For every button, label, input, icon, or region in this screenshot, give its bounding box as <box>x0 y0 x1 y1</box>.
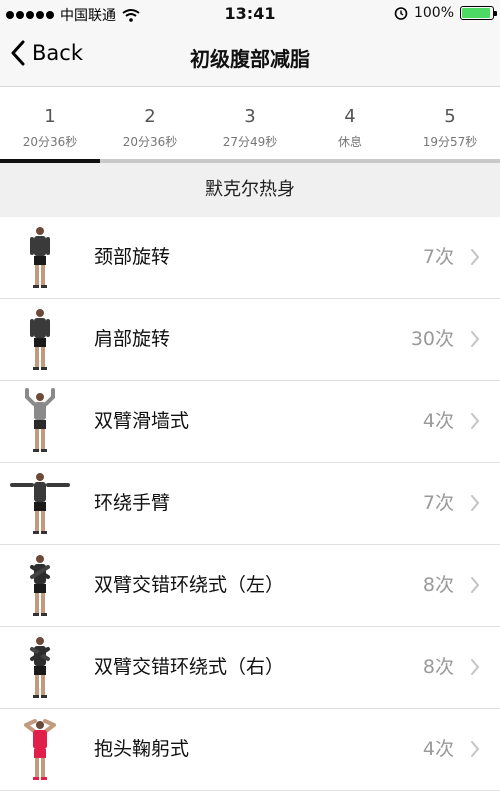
status-bar: 中国联通 13:41 100% <box>0 0 500 28</box>
exercise-count: 8次 <box>422 656 454 678</box>
arms-crossed-figure-icon <box>30 637 50 698</box>
chevron-right-icon <box>471 413 480 429</box>
list-item[interactable]: 双臂交错环绕式（右） 8次 <box>0 627 500 709</box>
chevron-right-icon <box>471 741 480 757</box>
list-item[interactable]: 双臂交错环绕式（左） 8次 <box>0 545 500 627</box>
tab-number: 2 <box>144 106 156 127</box>
tab-duration: 20分36秒 <box>22 135 78 149</box>
battery-icon <box>460 6 497 20</box>
tab-number: 3 <box>244 106 256 127</box>
list-item[interactable]: 抱头鞠躬式 4次 <box>0 709 500 791</box>
exercise-name: 颈部旋转 <box>94 246 171 268</box>
exercise-list: 颈部旋转 7次 肩部旋转 30次 双臂滑墙式 4次 环绕手臂 7次 双臂交错环绕… <box>0 217 500 791</box>
tab-number: 1 <box>44 106 56 127</box>
exercise-name: 环绕手臂 <box>94 492 171 514</box>
tab-number: 5 <box>444 106 456 127</box>
chevron-right-icon <box>471 495 480 511</box>
navigation-bar: Back 初级腹部减脂 <box>0 28 500 87</box>
tab-duration: 休息 <box>337 135 362 149</box>
list-item[interactable]: 环绕手臂 7次 <box>0 463 500 545</box>
exercise-name: 肩部旋转 <box>94 328 171 350</box>
alarm-icon <box>394 7 408 20</box>
page-title: 初级腹部减脂 <box>190 47 310 71</box>
tab-duration: 20分36秒 <box>122 135 178 149</box>
exercise-count: 30次 <box>410 328 454 350</box>
exercise-count: 4次 <box>422 738 454 760</box>
exercise-name: 双臂交错环绕式（左） <box>94 574 285 596</box>
list-item[interactable]: 颈部旋转 7次 <box>0 217 500 299</box>
chevron-right-icon <box>471 331 480 347</box>
section-header: 默克尔热身 <box>0 163 500 217</box>
chevron-right-icon <box>471 577 480 593</box>
tab-day-1[interactable]: 1 20分36秒 <box>0 87 100 161</box>
exercise-name: 抱头鞠躬式 <box>94 738 190 760</box>
standing-figure-icon <box>30 309 50 370</box>
hands-behind-head-figure-icon <box>24 719 56 780</box>
exercise-name: 双臂交错环绕式（右） <box>94 656 285 678</box>
exercise-name: 双臂滑墙式 <box>94 410 190 432</box>
exercise-count: 7次 <box>422 492 454 514</box>
list-item[interactable]: 双臂滑墙式 4次 <box>0 381 500 463</box>
tab-number: 4 <box>344 106 356 127</box>
exercise-count: 4次 <box>422 410 454 432</box>
day-tabs: 1 20分36秒 2 20分36秒 3 27分49秒 4 休息 5 19分57秒 <box>0 87 500 161</box>
tab-day-3[interactable]: 3 27分49秒 <box>200 87 300 161</box>
status-right: 100% <box>394 5 497 21</box>
battery-percent: 100% <box>413 5 454 21</box>
exercise-count: 8次 <box>422 574 454 596</box>
tab-day-2[interactable]: 2 20分36秒 <box>100 87 200 161</box>
standing-figure-icon <box>30 227 50 288</box>
arms-crossed-figure-icon <box>30 555 50 616</box>
tab-duration: 27分49秒 <box>222 135 278 149</box>
chevron-right-icon <box>471 249 480 265</box>
arms-up-figure-icon <box>25 388 55 452</box>
exercise-count: 7次 <box>422 246 454 268</box>
chevron-right-icon <box>471 659 480 675</box>
tab-day-5[interactable]: 5 19分57秒 <box>400 87 500 161</box>
tab-duration: 19分57秒 <box>422 135 478 149</box>
list-item[interactable]: 肩部旋转 30次 <box>0 299 500 381</box>
tab-day-4[interactable]: 4 休息 <box>300 87 400 161</box>
arms-out-figure-icon <box>10 473 70 534</box>
